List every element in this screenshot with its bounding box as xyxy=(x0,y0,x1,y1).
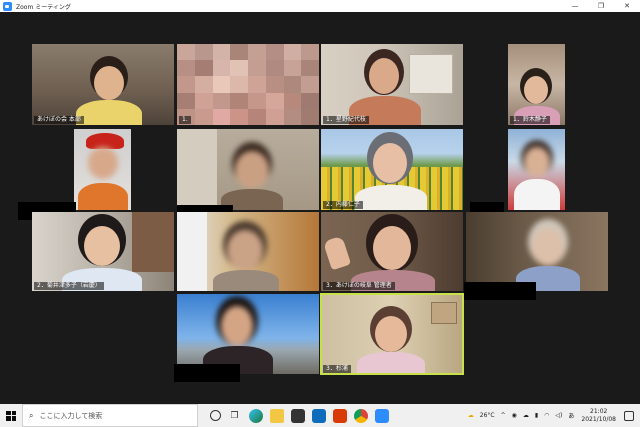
video-tile-p7[interactable]: 2．内藤仁子 xyxy=(321,129,463,210)
cortana-icon[interactable] xyxy=(209,410,221,421)
video-tile-p5[interactable] xyxy=(74,129,131,210)
video-tile-p12[interactable] xyxy=(466,212,608,291)
pixelated-video xyxy=(177,44,319,125)
video-tile-p10[interactable] xyxy=(177,212,319,291)
participant-body xyxy=(213,270,279,291)
window-controls: — ❐ ✕ xyxy=(562,0,640,12)
search-placeholder: ここに入力して検索 xyxy=(39,411,103,420)
blurred-face xyxy=(227,230,263,270)
participant-body xyxy=(76,100,142,125)
video-tile-p14[interactable]: 3．杉浦 xyxy=(321,294,463,374)
close-button[interactable]: ✕ xyxy=(614,0,640,12)
store-icon[interactable] xyxy=(290,408,305,423)
video-tile-p4[interactable]: 1．鈴木静子 xyxy=(508,44,565,125)
battery-icon[interactable]: ▮ xyxy=(535,412,538,419)
participant-face xyxy=(373,143,407,183)
clock-time: 21:02 xyxy=(590,407,608,415)
participant-body xyxy=(355,185,427,210)
zoom-app-icon xyxy=(3,1,12,11)
taskbar-search-box[interactable]: ⌕ ここに入力して検索 xyxy=(22,404,198,427)
participant-name: あけぼの会 本部 xyxy=(34,116,84,124)
video-gallery: あけぼの会 本部 1. 1．星野紀代枝 1．鈴木静子 2．内藤仁子 2．菊井津多… xyxy=(0,12,640,404)
ime-indicator[interactable]: あ xyxy=(568,411,574,420)
participant-face xyxy=(94,66,124,100)
system-tray: ☁ 26°C ^ ◉ ☁ ▮ ◠ ◁) あ 21:02 2021/10/08 xyxy=(465,404,640,427)
participant-face xyxy=(84,226,120,266)
blurred-face xyxy=(221,306,253,346)
video-tile-p6[interactable] xyxy=(177,129,319,210)
video-tile-p2[interactable]: 1. xyxy=(177,44,319,125)
cloud-icon[interactable]: ☁ xyxy=(523,412,529,419)
participant-face xyxy=(524,76,548,104)
network-icon[interactable]: ◉ xyxy=(512,412,517,419)
windows-taskbar: ⌕ ここに入力して検索 ❐ ☁ 26°C ^ ◉ ☁ ▮ ◠ ◁) あ 21:0… xyxy=(0,404,640,427)
participant-name: 2．菊井津多子（岩慶） xyxy=(34,282,104,290)
video-tile-p1[interactable]: あけぼの会 本部 xyxy=(32,44,174,125)
blurred-face xyxy=(532,228,564,266)
office-icon[interactable] xyxy=(332,408,347,423)
task-view-icon[interactable]: ❐ xyxy=(228,409,242,423)
participant-body xyxy=(514,179,560,210)
weather-temperature[interactable]: 26°C xyxy=(480,412,495,419)
taskbar-pinned-apps: ❐ xyxy=(206,408,392,423)
start-button[interactable] xyxy=(0,404,22,427)
chevron-up-icon[interactable]: ^ xyxy=(501,412,506,419)
edge-icon[interactable] xyxy=(248,408,263,423)
maximize-button[interactable]: ❐ xyxy=(588,0,614,12)
video-tile-p9[interactable]: 2．菊井津多子（岩慶） xyxy=(32,212,174,291)
participant-face xyxy=(369,58,399,94)
clock-date: 2021/10/08 xyxy=(581,415,616,423)
redacted-name-bar xyxy=(174,364,240,382)
file-explorer-icon[interactable] xyxy=(269,408,284,423)
participant-face xyxy=(375,316,407,352)
participant-body xyxy=(357,352,425,374)
taskbar-clock[interactable]: 21:02 2021/10/08 xyxy=(581,408,616,424)
participant-name: 1．鈴木静子 xyxy=(510,116,550,124)
window-title-bar: Zoom ミーティング — ❐ ✕ xyxy=(0,0,640,12)
video-tile-p8[interactable] xyxy=(508,129,565,210)
participant-name: 3．杉浦 xyxy=(323,365,351,373)
windows-start-icon xyxy=(6,410,16,421)
blurred-face xyxy=(524,147,550,177)
participant-name: 1．星野紀代枝 xyxy=(323,116,369,124)
notification-icon[interactable] xyxy=(624,410,634,421)
participant-name: 3．あけぼの岐阜 管理者 xyxy=(323,282,395,290)
blurred-face xyxy=(235,151,269,189)
participant-name: 2．内藤仁子 xyxy=(323,201,363,209)
video-tile-p13[interactable] xyxy=(177,294,319,374)
wifi-icon[interactable]: ◠ xyxy=(544,412,549,419)
search-icon: ⌕ xyxy=(29,410,34,420)
video-tile-p11[interactable]: 3．あけぼの岐阜 管理者 xyxy=(321,212,463,291)
weather-icon[interactable]: ☁ xyxy=(468,412,474,419)
minimize-button[interactable]: — xyxy=(562,0,588,12)
window-title: Zoom ミーティング xyxy=(16,3,71,11)
video-tile-p3[interactable]: 1．星野紀代枝 xyxy=(321,44,463,125)
zoom-icon[interactable] xyxy=(374,408,389,423)
redacted-name-bar xyxy=(464,282,536,300)
volume-icon[interactable]: ◁) xyxy=(555,412,562,419)
participant-face xyxy=(373,226,411,270)
blurred-face xyxy=(88,147,118,179)
mail-icon[interactable] xyxy=(311,408,326,423)
participant-name: 1. xyxy=(179,116,191,124)
participant-body xyxy=(78,183,128,210)
chrome-icon[interactable] xyxy=(353,408,368,423)
